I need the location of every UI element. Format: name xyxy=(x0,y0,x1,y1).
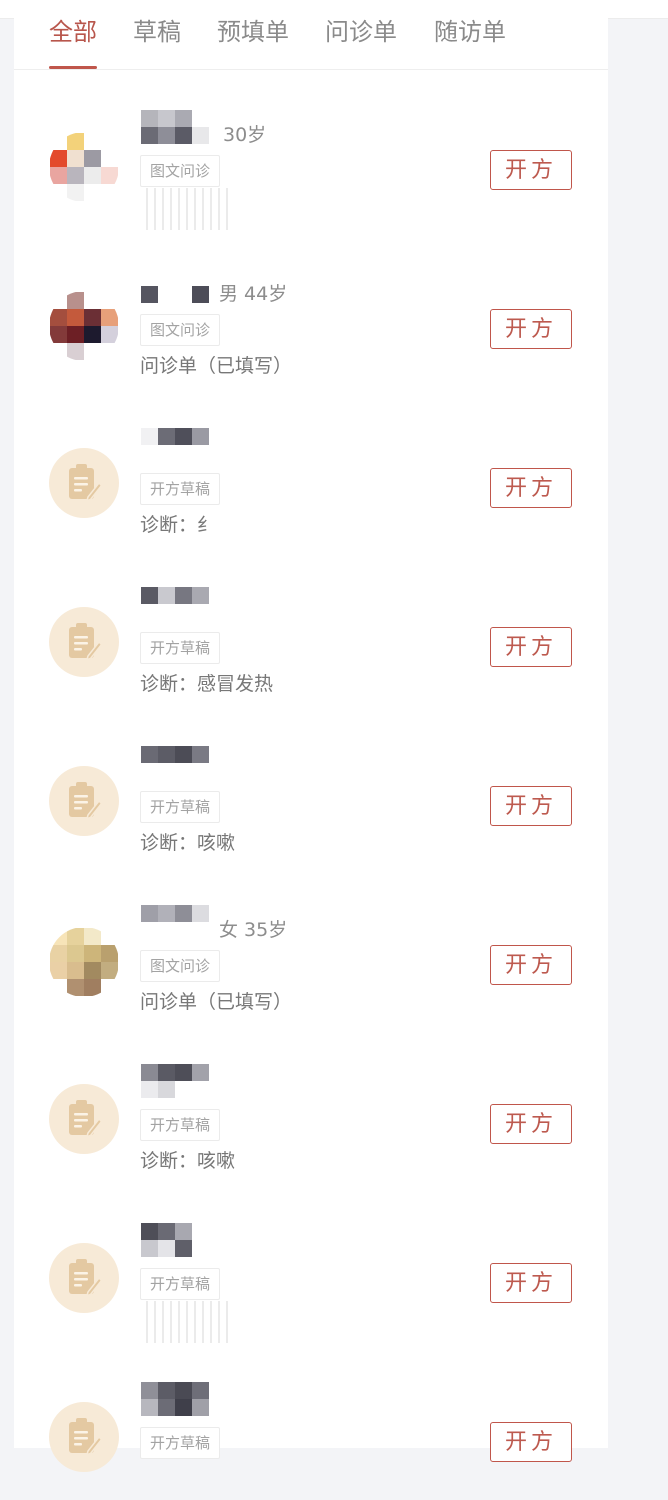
prescribe-button[interactable]: 开方 xyxy=(490,786,572,826)
list-item[interactable]: 开方草稿诊断：感冒发热 开方 xyxy=(14,547,608,705)
list-item[interactable]: 开方草稿诊断：纟 开方 xyxy=(14,388,608,546)
prescribe-button[interactable]: 开方 xyxy=(490,309,572,349)
avatar xyxy=(49,927,119,997)
list-item[interactable]: 开方草稿 开方 xyxy=(14,1342,608,1500)
prescribe-button[interactable]: 开方 xyxy=(490,1104,572,1144)
consultation-type-tag: 开方草稿 xyxy=(140,791,221,823)
patient-name-redacted xyxy=(141,1382,231,1416)
prescribe-button[interactable]: 开方 xyxy=(490,468,572,508)
avatar xyxy=(49,291,119,361)
form-status-text: 问诊单（已填写） xyxy=(140,355,293,377)
prescribe-button[interactable]: 开方 xyxy=(490,150,572,190)
diagnosis-text: 诊断：咳嗽 xyxy=(140,832,236,854)
list-item[interactable]: 男 44岁图文问诊问诊单（已填写） 开方 xyxy=(14,229,608,387)
patient-name-redacted xyxy=(141,110,231,144)
list-item[interactable]: 女 35岁图文问诊问诊单（已填写） 开方 xyxy=(14,865,608,1023)
active-tab-indicator xyxy=(49,66,97,69)
redacted-text xyxy=(140,188,230,230)
tab-label: 草稿 xyxy=(133,18,181,46)
tab-label: 问诊单 xyxy=(325,18,397,46)
list-item[interactable]: 开方草稿 开方 xyxy=(14,1183,608,1343)
patient-name-redacted xyxy=(141,1223,231,1257)
draft-avatar xyxy=(49,1402,119,1472)
patient-name-redacted xyxy=(141,746,231,780)
consultation-type-tag: 图文问诊 xyxy=(140,155,221,187)
patient-name-redacted xyxy=(141,1064,231,1098)
patient-name-redacted xyxy=(141,905,231,939)
form-status-text: 问诊单（已填写） xyxy=(140,991,293,1013)
tab-drafts[interactable]: 草稿 xyxy=(133,18,181,69)
draft-avatar xyxy=(49,607,119,677)
tab-label: 全部 xyxy=(49,18,97,46)
patient-gender-age: 30岁 xyxy=(223,124,267,146)
prescribe-button[interactable]: 开方 xyxy=(490,1263,572,1303)
tab-follow-up[interactable]: 随访单 xyxy=(434,18,506,69)
draft-avatar xyxy=(49,448,119,518)
patient-gender-age: 女 35岁 xyxy=(219,919,288,941)
patient-name-redacted xyxy=(141,587,231,621)
consultation-type-tag: 开方草稿 xyxy=(140,1268,221,1300)
prescribe-button[interactable]: 开方 xyxy=(490,945,572,985)
tab-consultation-form[interactable]: 问诊单 xyxy=(325,18,397,69)
draft-avatar xyxy=(49,1243,119,1313)
consultation-type-tag: 开方草稿 xyxy=(140,473,221,505)
list-item[interactable]: 开方草稿诊断：咳嗽 开方 xyxy=(14,1024,608,1182)
tab-label: 预填单 xyxy=(217,18,289,46)
diagnosis-text: 诊断：纟 xyxy=(140,514,217,536)
diagnosis-text: 诊断：咳嗽 xyxy=(140,1150,236,1172)
avatar xyxy=(49,132,119,202)
prescribe-button[interactable]: 开方 xyxy=(490,1422,572,1462)
tab-prefill[interactable]: 预填单 xyxy=(217,18,289,69)
consultation-type-tag: 图文问诊 xyxy=(140,950,221,982)
list-item[interactable]: 开方草稿诊断：咳嗽 开方 xyxy=(14,706,608,864)
diagnosis-text: 诊断：感冒发热 xyxy=(140,673,274,695)
patient-name-redacted xyxy=(141,428,231,462)
patient-gender-age: 男 44岁 xyxy=(219,283,288,305)
tab-label: 随访单 xyxy=(434,18,506,46)
consultation-type-tag: 开方草稿 xyxy=(140,1427,221,1459)
consultation-type-tag: 开方草稿 xyxy=(140,1109,221,1141)
list-panel: 全部 草稿 预填单 问诊单 随访单 30岁 图文问诊 开方男 44岁 图文问诊 问诊单（… xyxy=(14,18,608,1472)
patient-name-redacted xyxy=(141,269,231,303)
top-strip xyxy=(0,0,668,19)
consultation-type-tag: 图文问诊 xyxy=(140,314,221,346)
prescribe-button[interactable]: 开方 xyxy=(490,627,572,667)
draft-avatar xyxy=(49,766,119,836)
list-item[interactable]: 30岁 图文问诊 开方 xyxy=(14,70,608,230)
tab-all[interactable]: 全部 xyxy=(49,18,97,69)
draft-avatar xyxy=(49,1084,119,1154)
tab-bar: 全部 草稿 预填单 问诊单 随访单 xyxy=(14,18,608,70)
redacted-text xyxy=(140,1301,230,1343)
consultation-type-tag: 开方草稿 xyxy=(140,632,221,664)
